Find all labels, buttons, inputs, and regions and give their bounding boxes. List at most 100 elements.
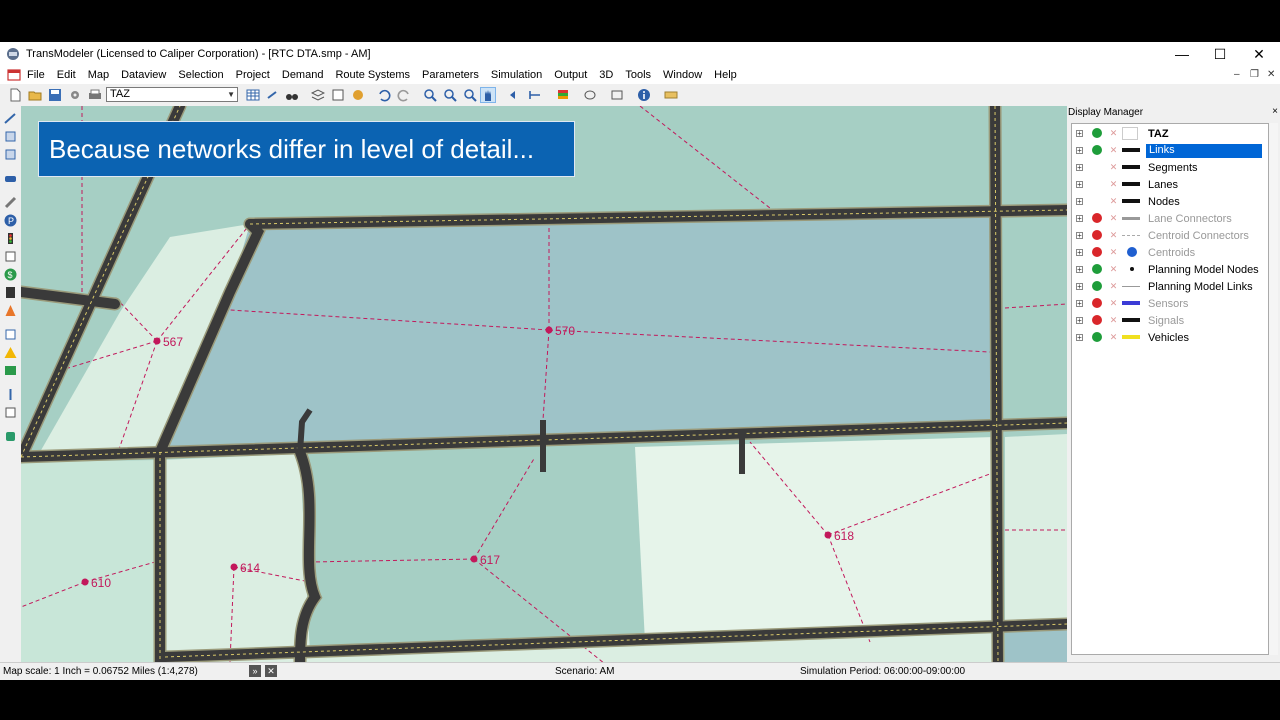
visible-check-icon[interactable] (1092, 264, 1102, 274)
centroid-570[interactable] (545, 326, 553, 334)
menu-selection[interactable]: Selection (178, 69, 223, 81)
visible-check-icon[interactable] (1092, 281, 1102, 291)
warning-icon[interactable] (4, 346, 17, 359)
menu-file[interactable]: File (27, 69, 45, 81)
redo-icon[interactable] (397, 88, 411, 102)
expand-icon[interactable]: + (1076, 317, 1083, 325)
expand-icon[interactable]: + (1076, 130, 1083, 138)
centroid-610[interactable] (81, 578, 89, 586)
layer-row[interactable]: + ✕ Vehicles (1072, 330, 1268, 347)
lock-icon[interactable]: ✕ (1109, 163, 1118, 172)
menu-tools[interactable]: Tools (625, 69, 651, 81)
expand-icon[interactable]: + (1076, 334, 1083, 342)
sensor-icon[interactable] (4, 250, 17, 263)
hidden-x-icon[interactable] (1092, 247, 1102, 257)
document-icon[interactable] (7, 69, 21, 81)
zoom-in-icon[interactable] (423, 88, 437, 102)
lock-icon[interactable]: ✕ (1109, 316, 1118, 325)
lock-icon[interactable]: ✕ (1109, 231, 1118, 240)
menu-project[interactable]: Project (236, 69, 270, 81)
hidden-x-icon[interactable] (1092, 230, 1102, 240)
visible-check-icon[interactable] (1092, 128, 1102, 138)
expand-icon[interactable]: + (1076, 147, 1083, 155)
database-icon[interactable] (4, 430, 17, 443)
info-icon[interactable] (637, 88, 651, 102)
layer-row[interactable]: + ✕ Segments (1072, 160, 1268, 177)
traffic-signal-icon[interactable] (4, 232, 17, 245)
selection-shape-icon[interactable] (583, 88, 597, 102)
settings-gear-icon[interactable] (68, 88, 82, 102)
menu-map[interactable]: Map (88, 69, 109, 81)
layer-row[interactable]: + ✕ Sensors (1072, 296, 1268, 313)
query-icon[interactable] (610, 88, 624, 102)
menu-route-systems[interactable]: Route Systems (335, 69, 410, 81)
menu-demand[interactable]: Demand (282, 69, 324, 81)
menu-edit[interactable]: Edit (57, 69, 76, 81)
stop-icon[interactable] (4, 286, 17, 299)
display-manager-close-button[interactable]: × (1272, 106, 1278, 117)
zoom-window-icon[interactable] (463, 88, 477, 102)
expand-icon[interactable]: + (1076, 283, 1083, 291)
lock-icon[interactable]: ✕ (1109, 265, 1118, 274)
color-theme-icon[interactable] (556, 88, 570, 102)
open-folder-icon[interactable] (28, 88, 42, 102)
save-icon[interactable] (48, 88, 62, 102)
menu-window[interactable]: Window (663, 69, 702, 81)
undo-icon[interactable] (377, 88, 391, 102)
measure-icon[interactable] (4, 388, 17, 401)
full-extent-icon[interactable] (528, 88, 542, 102)
lock-icon[interactable]: ✕ (1109, 282, 1118, 291)
mdi-minimize-button[interactable]: – (1234, 69, 1240, 80)
layer-row[interactable]: + ✕ Links (1072, 143, 1268, 160)
close-button[interactable]: ✕ (1240, 42, 1278, 66)
lock-icon[interactable]: ✕ (1109, 299, 1118, 308)
previous-view-icon[interactable] (508, 88, 522, 102)
visible-check-icon[interactable] (1092, 332, 1102, 342)
menu-help[interactable]: Help (714, 69, 737, 81)
menu-parameters[interactable]: Parameters (422, 69, 479, 81)
layer-combo[interactable]: TAZ ▼ (106, 87, 238, 102)
new-file-icon[interactable] (8, 88, 22, 102)
expand-icon[interactable]: + (1076, 215, 1083, 223)
lock-icon[interactable]: ✕ (1109, 248, 1118, 257)
zoom-out-icon[interactable] (443, 88, 457, 102)
theme-icon[interactable] (351, 88, 365, 102)
expand-icon[interactable]: + (1076, 300, 1083, 308)
lock-icon[interactable]: ✕ (1109, 333, 1118, 342)
print-icon[interactable] (88, 88, 102, 102)
expand-icon[interactable]: + (1076, 198, 1083, 206)
maximize-button[interactable]: ☐ (1201, 42, 1239, 66)
parking-icon[interactable]: P (4, 214, 17, 227)
expand-icon[interactable]: + (1076, 164, 1083, 172)
layer-row[interactable]: + ✕ Signals (1072, 313, 1268, 330)
segment-edit-icon[interactable] (4, 148, 17, 161)
vehicle-icon[interactable] (4, 172, 17, 185)
menu-3d[interactable]: 3D (599, 69, 613, 81)
map-canvas[interactable]: 567 570 610 614 617 618 (21, 106, 1067, 662)
lane-icon[interactable] (4, 328, 17, 341)
layer-row[interactable]: + ✕ Planning Model Nodes (1072, 262, 1268, 279)
legend-icon[interactable] (331, 88, 345, 102)
layer-row[interactable]: + ✕ Lane Connectors (1072, 211, 1268, 228)
lock-icon[interactable]: ✕ (1109, 129, 1118, 138)
map-view[interactable]: 567 570 610 614 617 618 (21, 106, 1067, 662)
layer-list-scrollbar[interactable] (1269, 123, 1278, 655)
layer-row[interactable]: + ✕ Lanes (1072, 177, 1268, 194)
centroid-617[interactable] (470, 555, 478, 563)
toll-icon[interactable]: $ (4, 268, 17, 281)
find-binoculars-icon[interactable] (285, 88, 299, 102)
transit-icon[interactable] (4, 364, 17, 377)
hidden-x-icon[interactable] (1092, 315, 1102, 325)
pan-hand-icon[interactable] (480, 87, 496, 103)
hidden-x-icon[interactable] (1092, 213, 1102, 223)
expand-icon[interactable]: + (1076, 232, 1083, 240)
layers-icon[interactable] (311, 88, 325, 102)
centroid-567[interactable] (153, 337, 161, 345)
layer-row[interactable]: + ✕ Centroid Connectors (1072, 228, 1268, 245)
network-edit-icon[interactable] (4, 112, 17, 125)
lock-icon[interactable]: ✕ (1109, 197, 1118, 206)
expand-icon[interactable]: + (1076, 249, 1083, 257)
ruler-icon[interactable] (664, 88, 678, 102)
mdi-restore-button[interactable]: ❐ (1250, 69, 1259, 80)
layer-row[interactable]: + ✕ Nodes (1072, 194, 1268, 211)
